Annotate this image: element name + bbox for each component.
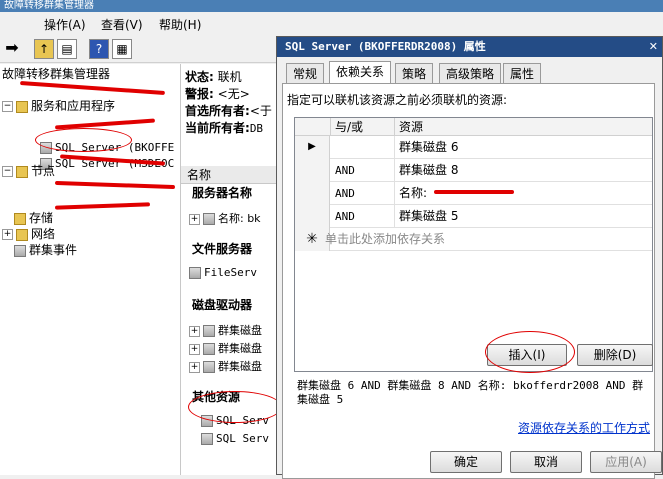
menu-bar: 操作(A) 查看(V) 帮助(H) <box>0 12 663 34</box>
menu-view[interactable]: 查看(V) <box>101 16 143 33</box>
annotation-circle <box>188 391 282 423</box>
tree-item-events[interactable]: 群集事件 <box>14 242 77 258</box>
tab-properties[interactable]: 属性 <box>503 63 542 83</box>
grid-header-andor[interactable]: 与/或 <box>331 118 395 136</box>
folder-icon <box>14 212 26 225</box>
ok-button[interactable]: 确定 <box>430 451 502 473</box>
expand-icon[interactable]: + <box>2 229 13 240</box>
expand-icon[interactable]: + <box>189 325 200 337</box>
disk-item[interactable]: + 群集磁盘 <box>189 322 262 338</box>
help-icon[interactable]: ? <box>89 39 109 59</box>
dialog-title-bar[interactable]: SQL Server (BKOFFERDR2008) 属性 ✕ <box>277 37 662 57</box>
event-icon <box>14 244 26 257</box>
collapse-icon[interactable]: − <box>2 166 13 177</box>
delete-button[interactable]: 删除(D) <box>577 344 653 366</box>
file-server-icon <box>189 267 201 279</box>
table-row[interactable]: AND 群集磁盘 8 <box>295 159 652 182</box>
cancel-button[interactable]: 取消 <box>510 451 582 473</box>
andor-cell[interactable]: AND <box>331 159 395 182</box>
name-column-header[interactable]: 名称 <box>181 166 276 184</box>
grid-corner <box>295 118 331 136</box>
forward-arrow-icon[interactable]: ➡ <box>2 39 22 59</box>
properties-icon[interactable]: ▦ <box>112 39 132 59</box>
folder-icon <box>16 228 28 241</box>
table-row[interactable]: ▶ 群集磁盘 6 <box>295 136 652 159</box>
disk-item[interactable]: + 群集磁盘 <box>189 340 262 356</box>
file-server-item[interactable]: FileServ <box>189 266 257 279</box>
section-server-name: 服务器名称 <box>192 186 253 200</box>
resource-cell[interactable]: 名称: <box>395 182 427 205</box>
close-icon[interactable]: ✕ <box>649 37 658 57</box>
current-owner-row: 当前所有者:DB <box>185 121 264 135</box>
menu-help[interactable]: 帮助(H) <box>159 16 201 33</box>
table-row[interactable]: AND 群集磁盘 5 <box>295 205 652 228</box>
console-tree-icon[interactable]: ▤ <box>57 39 77 59</box>
main-title: 故障转移群集管理器 <box>4 0 94 11</box>
tree-item-nodes[interactable]: − 节点 <box>2 163 55 179</box>
instruction-text: 指定可以联机该资源之前必须联机的资源: <box>287 93 508 107</box>
apply-button[interactable]: 应用(A) <box>590 451 662 473</box>
section-disk-drives: 磁盘驱动器 <box>192 298 253 312</box>
disk-icon <box>203 361 215 373</box>
service-icon <box>201 433 213 445</box>
other-resource-item[interactable]: SQL Serv <box>201 432 269 445</box>
tree-item-network[interactable]: + 网络 <box>2 226 55 242</box>
folder-icon <box>16 100 28 113</box>
resource-cell[interactable]: 群集磁盘 6 <box>395 136 458 159</box>
tree-root[interactable]: 故障转移群集管理器 <box>2 66 110 82</box>
server-name-item[interactable]: + 名称: bk <box>189 210 261 226</box>
grid-header-resource[interactable]: 资源 <box>395 118 652 136</box>
resource-cell[interactable]: 群集磁盘 8 <box>395 159 458 182</box>
tree-item-storage[interactable]: 存储 <box>14 210 53 226</box>
new-row[interactable]: ✳ 单击此处添加依存关系 <box>295 228 652 251</box>
andor-cell[interactable] <box>331 136 395 159</box>
tab-policies[interactable]: 策略 <box>395 63 434 83</box>
alert-row: 警报: <无> <box>185 87 250 101</box>
disk-item[interactable]: + 群集磁盘 <box>189 358 262 374</box>
andor-cell[interactable]: AND <box>331 205 395 228</box>
tree-item-services[interactable]: − 服务和应用程序 <box>2 98 115 114</box>
tab-dependencies[interactable]: 依赖关系 <box>329 61 392 84</box>
resource-cell[interactable]: 群集磁盘 5 <box>395 205 458 228</box>
disk-icon <box>203 325 215 337</box>
expand-icon[interactable]: + <box>189 343 200 355</box>
new-row-hint[interactable]: 单击此处添加依存关系 <box>321 228 445 251</box>
help-link[interactable]: 资源依存关系的工作方式 <box>518 419 650 436</box>
network-name-icon <box>203 213 215 225</box>
toolbar: ➡ ↑ ▤ ? ▦ <box>0 36 280 63</box>
redaction-mark <box>434 190 514 194</box>
row-selector[interactable] <box>295 159 330 182</box>
row-selector[interactable] <box>295 182 330 205</box>
preferred-owner-row: 首选所有者:<于 <box>185 104 272 118</box>
section-file-server: 文件服务器 <box>192 242 253 256</box>
andor-cell[interactable]: AND <box>331 182 395 205</box>
collapse-icon[interactable]: − <box>2 101 13 112</box>
tab-advanced-policies[interactable]: 高级策略 <box>439 63 502 83</box>
annotation-circle <box>485 331 575 373</box>
disk-icon <box>203 343 215 355</box>
dependency-grid: 与/或 资源 ▶ 群集磁盘 6 AND 群集磁盘 8 AND 名称: AND 群… <box>294 117 653 372</box>
main-title-bar: 故障转移群集管理器 <box>0 0 663 12</box>
expand-icon[interactable]: + <box>189 361 200 373</box>
status-row: 状态: 联机 <box>185 70 242 84</box>
annotation-circle <box>35 128 132 152</box>
folder-icon <box>16 165 28 178</box>
row-pointer-icon[interactable]: ▶ <box>295 136 330 159</box>
expand-icon[interactable]: + <box>189 213 200 225</box>
properties-dialog: SQL Server (BKOFFERDR2008) 属性 ✕ 常规 依赖关系 策… <box>276 36 663 479</box>
tab-general[interactable]: 常规 <box>286 63 325 83</box>
dependency-expression: 群集磁盘 6 AND 群集磁盘 8 AND 名称: bkofferdr2008 … <box>297 379 644 406</box>
row-selector[interactable] <box>295 205 330 228</box>
menu-action[interactable]: 操作(A) <box>44 16 86 33</box>
dialog-title: SQL Server (BKOFFERDR2008) 属性 <box>285 40 486 53</box>
up-folder-icon[interactable]: ↑ <box>34 39 54 59</box>
